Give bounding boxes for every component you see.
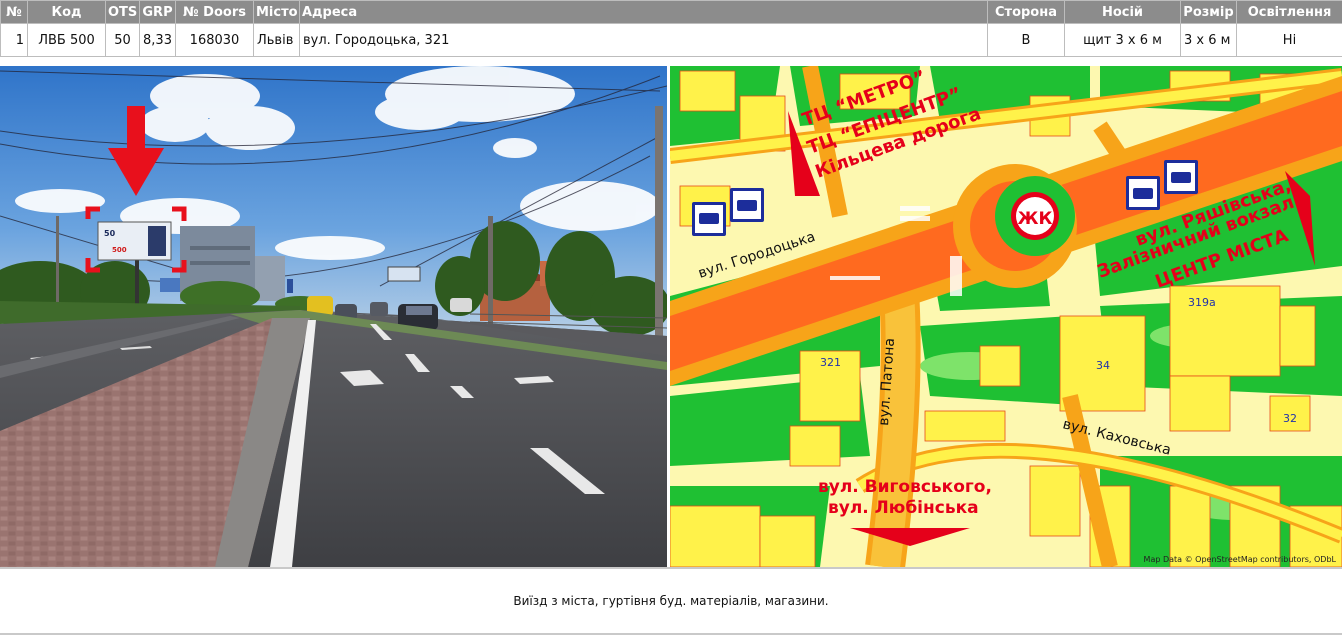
cell-size: 3 х 6 м	[1180, 23, 1237, 57]
cell-ots: 50	[105, 23, 140, 57]
bus-icon	[1133, 188, 1153, 199]
cell-address: вул. Городоцька, 321	[299, 23, 988, 57]
trolleybus-icon	[737, 200, 757, 211]
location-photo: 50 500	[0, 66, 667, 567]
header-grp: GRP	[139, 0, 176, 24]
label-34: 34	[1096, 359, 1110, 372]
label-319a: 319а	[1188, 296, 1216, 309]
billboard-price: 500	[112, 246, 127, 254]
header-address: Адреса	[299, 0, 988, 24]
cell-code: ЛВБ 500	[27, 23, 106, 57]
label-vygovskogo: вул. Виговського,	[818, 477, 992, 497]
label-32: 32	[1283, 412, 1297, 425]
map-credit: Map Data © OpenStreetMap contributors, O…	[1144, 555, 1337, 564]
zhk-logo-icon: ЖК	[1011, 192, 1059, 240]
cell-carrier: щит 3 х 6 м	[1064, 23, 1181, 57]
table-row: 1 ЛВБ 500 50 8,33 168030 Львів вул. Горо…	[0, 23, 1342, 57]
cell-side: B	[987, 23, 1065, 57]
header-code: Код	[27, 0, 106, 24]
cell-lighting: Ні	[1236, 23, 1342, 57]
cell-grp: 8,33	[139, 23, 176, 57]
header-doors: № Doors	[175, 0, 254, 24]
header-city: Місто	[253, 0, 300, 24]
svg-text:ЖК: ЖК	[1018, 209, 1053, 229]
cell-num: 1	[0, 23, 28, 57]
header-side: Сторона	[987, 0, 1065, 24]
table-header-row: № Код OTS GRP № Doors Місто Адреса Сторо…	[0, 0, 1342, 24]
header-size: Розмір	[1180, 0, 1237, 24]
cell-city: Львів	[253, 23, 300, 57]
header-num: №	[0, 0, 28, 24]
header-carrier: Носій	[1064, 0, 1181, 24]
cell-doors: 168030	[175, 23, 254, 57]
label-321: 321	[820, 356, 841, 369]
billboard-text: 50	[104, 229, 116, 238]
location-description: Виїзд з міста, гуртівня буд. матеріалів,…	[513, 594, 829, 608]
header-ots: OTS	[105, 0, 140, 24]
location-map: ЖК ТЦ “МЕТРО” ТЦ “ЕПІЦЕНТР” Кільцева дор…	[670, 66, 1342, 567]
label-lyubinska: вул. Любінська	[828, 498, 979, 518]
trolleybus-icon	[1171, 172, 1191, 183]
header-lighting: Освітлення	[1236, 0, 1342, 24]
info-table: № Код OTS GRP № Doors Місто Адреса Сторо…	[0, 0, 1342, 57]
bus-icon	[699, 213, 719, 224]
